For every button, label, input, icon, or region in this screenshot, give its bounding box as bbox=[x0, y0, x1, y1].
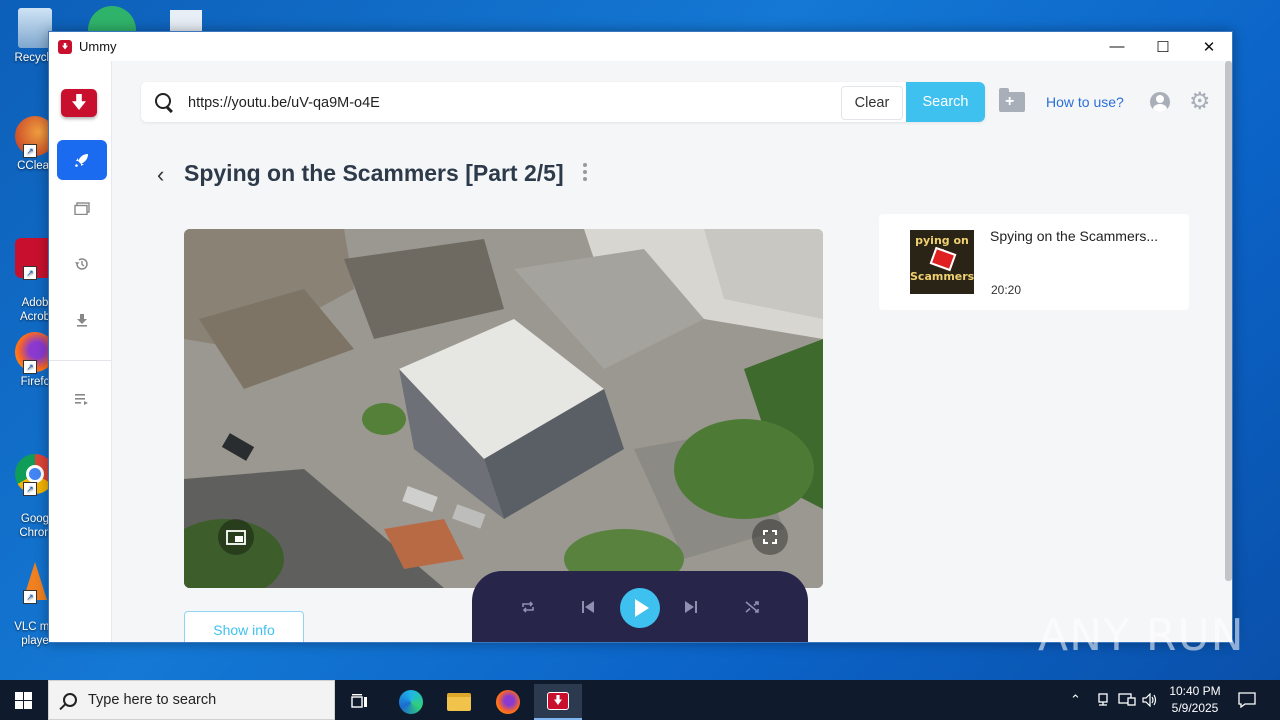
sidebar-item-history[interactable] bbox=[57, 244, 107, 284]
close-button[interactable]: ✕ bbox=[1186, 32, 1232, 61]
ummy-taskbar-icon[interactable] bbox=[534, 684, 582, 720]
edge-taskbar-icon[interactable] bbox=[389, 684, 433, 720]
title-bar[interactable]: Ummy — ☐ ✕ bbox=[49, 32, 1232, 61]
shuffle-icon[interactable] bbox=[740, 595, 764, 619]
back-chevron-icon[interactable]: ‹ bbox=[157, 162, 164, 188]
sidebar-item-library[interactable] bbox=[57, 188, 107, 228]
maximize-button[interactable]: ☐ bbox=[1140, 32, 1186, 61]
anyrun-watermark: ANY RUN bbox=[1038, 610, 1245, 661]
document-desktop-icon[interactable] bbox=[170, 10, 202, 32]
taskbar-search-placeholder: Type here to search bbox=[88, 692, 217, 708]
sidebar-divider bbox=[49, 360, 111, 361]
folders-icon bbox=[74, 201, 90, 215]
settings-gear-icon[interactable]: ⚙ bbox=[1189, 90, 1211, 114]
clock-time: 10:40 PM bbox=[1169, 684, 1221, 698]
sidebar-item-downloads[interactable] bbox=[57, 300, 107, 340]
file-explorer-icon[interactable] bbox=[437, 684, 481, 720]
account-icon[interactable] bbox=[1150, 92, 1170, 112]
clear-button[interactable]: Clear bbox=[841, 86, 903, 120]
fullscreen-icon[interactable] bbox=[752, 519, 788, 555]
taskbar-search-box[interactable]: Type here to search bbox=[48, 680, 335, 720]
show-hidden-icons-chevron-icon[interactable]: ⌃ bbox=[1070, 680, 1081, 720]
history-icon bbox=[75, 258, 88, 270]
ummy-logo bbox=[61, 89, 97, 117]
previous-track-icon[interactable] bbox=[576, 595, 600, 619]
download-icon bbox=[77, 314, 87, 327]
next-track-icon[interactable] bbox=[679, 595, 703, 619]
url-search-bar: Clear Search bbox=[141, 82, 985, 124]
rocket-icon bbox=[75, 154, 88, 167]
url-input[interactable] bbox=[186, 82, 790, 124]
how-to-use-link[interactable]: How to use? bbox=[1046, 94, 1124, 110]
sidebar-item-queue[interactable] bbox=[57, 379, 107, 419]
add-folder-icon[interactable]: + bbox=[999, 88, 1025, 112]
playback-controls bbox=[472, 571, 808, 642]
display-tray-icon[interactable] bbox=[1118, 680, 1136, 720]
scrollbar[interactable] bbox=[1225, 61, 1232, 581]
search-icon bbox=[63, 693, 77, 707]
queue-list-icon bbox=[75, 394, 88, 405]
ummy-window: Ummy — ☐ ✕ Clear Search + How to use? ⚙ … bbox=[48, 31, 1233, 643]
clock-date: 5/9/2025 bbox=[1171, 701, 1219, 715]
system-clock[interactable]: 10:40 PM 5/9/2025 bbox=[1158, 683, 1232, 717]
sidebar-item-download-new[interactable] bbox=[57, 140, 107, 180]
video-thumbnail: pying on th Scammers bbox=[910, 230, 974, 294]
picture-in-picture-icon[interactable] bbox=[218, 519, 254, 555]
repeat-icon[interactable] bbox=[516, 595, 540, 619]
left-sidebar bbox=[49, 61, 112, 642]
more-options-icon[interactable] bbox=[583, 160, 591, 184]
playlist-item[interactable]: pying on th Scammers Spying on the Scamm… bbox=[879, 214, 1189, 310]
recycle-bin-icon bbox=[18, 8, 52, 48]
video-player[interactable] bbox=[184, 229, 823, 588]
play-button[interactable] bbox=[620, 588, 660, 628]
playlist-item-duration: 20:20 bbox=[991, 283, 1022, 297]
ummy-app-icon bbox=[58, 39, 72, 54]
volume-icon[interactable] bbox=[1142, 680, 1158, 720]
video-frame-image bbox=[184, 229, 823, 588]
show-info-button[interactable]: Show info bbox=[184, 611, 304, 642]
window-title: Ummy bbox=[79, 39, 117, 54]
minimize-button[interactable]: — bbox=[1094, 32, 1140, 61]
search-button[interactable]: Search bbox=[906, 82, 985, 122]
taskbar: Type here to search ⌃ 10:40 PM 5/9/2025 bbox=[0, 680, 1280, 720]
edge-desktop-icon[interactable] bbox=[88, 6, 136, 32]
notifications-icon[interactable] bbox=[1238, 680, 1256, 720]
task-view-icon[interactable] bbox=[338, 684, 382, 720]
firefox-taskbar-icon[interactable] bbox=[486, 684, 530, 720]
windows-start-icon[interactable] bbox=[15, 692, 32, 709]
search-icon bbox=[155, 93, 171, 109]
network-tray-icon[interactable] bbox=[1095, 680, 1111, 720]
playlist-item-title: Spying on the Scammers... bbox=[990, 228, 1159, 244]
video-title: Spying on the Scammers [Part 2/5] bbox=[184, 160, 564, 186]
